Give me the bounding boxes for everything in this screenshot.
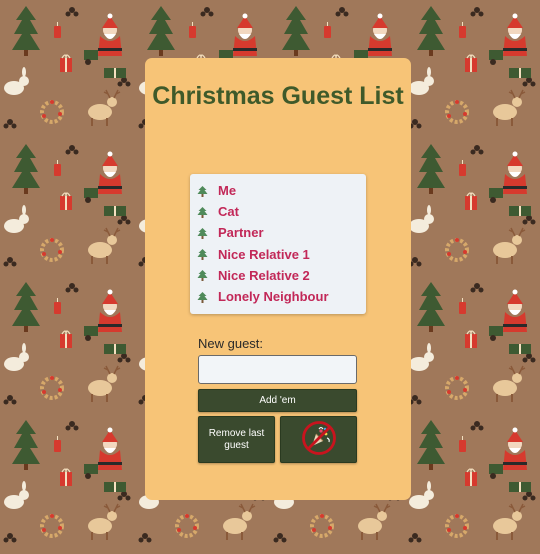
christmas-tree-icon (197, 185, 208, 197)
guest-name: Partner (218, 225, 264, 241)
new-guest-label: New guest: (198, 336, 264, 351)
guest-list-item: Cat (190, 201, 366, 222)
guest-name: Nice Relative 2 (218, 267, 310, 283)
page-title: Christmas Guest List (152, 82, 404, 110)
guest-list-card: Christmas Guest List Me Cat Partner Nice Re… (145, 58, 411, 500)
christmas-tree-icon (197, 206, 208, 218)
christmas-tree-icon (197, 248, 208, 261)
guest-name: Nice Relative 1 (218, 246, 310, 262)
guest-name: Me (218, 183, 237, 199)
guest-list-item: Lonely Neighbour (190, 286, 366, 307)
guest-name: Cat (218, 204, 239, 220)
christmas-tree-icon (197, 227, 208, 239)
guest-list: Me Cat Partner Nice Relative 1 Nice Relative… (190, 174, 366, 314)
clear-guests-button[interactable] (280, 416, 357, 463)
add-guest-button[interactable]: Add 'em (198, 389, 357, 412)
guest-list-item: Partner (190, 222, 366, 243)
christmas-tree-icon (197, 269, 208, 282)
guest-list-item: Nice Relative 1 (190, 244, 366, 265)
guest-list-item: Me (190, 180, 366, 201)
guest-list-item: Nice Relative 2 (190, 265, 366, 286)
new-guest-input[interactable] (198, 355, 357, 384)
no-party-icon (301, 420, 337, 459)
christmas-tree-icon (197, 291, 208, 303)
guest-name: Lonely Neighbour (218, 289, 329, 305)
remove-last-guest-button[interactable]: Remove last guest (198, 416, 275, 463)
